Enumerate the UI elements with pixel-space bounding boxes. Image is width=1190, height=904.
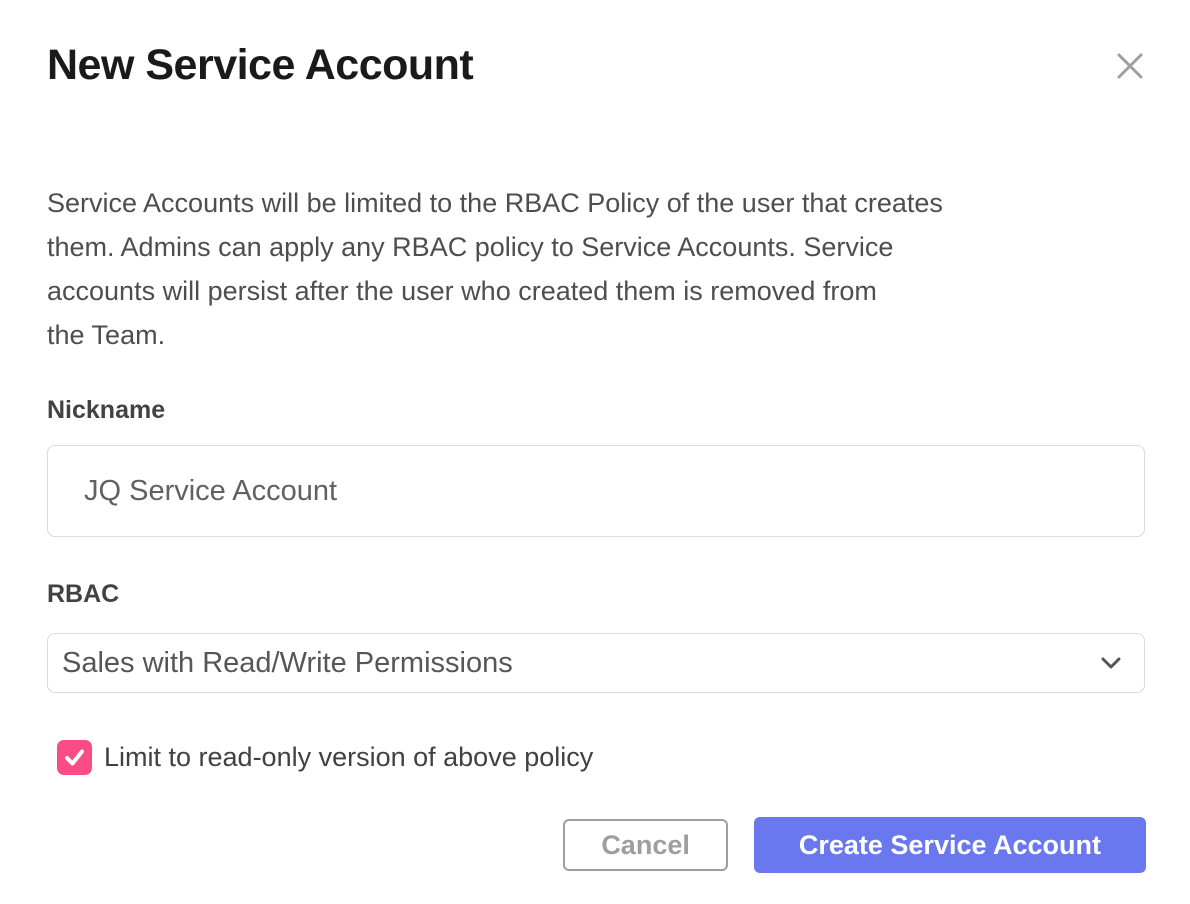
modal-footer: Cancel Create Service Account	[47, 817, 1146, 873]
rbac-selected-value: Sales with Read/Write Permissions	[62, 647, 1100, 680]
description-line: them. Admins can apply any RBAC policy t…	[47, 225, 1146, 269]
new-service-account-modal: New Service Account Service Accounts wil…	[0, 0, 1190, 904]
chevron-down-icon	[1100, 656, 1122, 670]
rbac-label: RBAC	[47, 579, 1146, 609]
nickname-label: Nickname	[47, 395, 1146, 425]
limit-readonly-checkbox-row[interactable]: Limit to read-only version of above poli…	[57, 740, 1146, 775]
cancel-button[interactable]: Cancel	[563, 819, 728, 871]
limit-readonly-checkbox-label: Limit to read-only version of above poli…	[104, 742, 593, 773]
limit-readonly-checkbox[interactable]	[57, 740, 92, 775]
checkmark-icon	[62, 745, 87, 770]
description-line: Service Accounts will be limited to the …	[47, 181, 1146, 225]
rbac-select[interactable]: Sales with Read/Write Permissions	[47, 633, 1145, 693]
modal-title: New Service Account	[47, 42, 1146, 88]
modal-description: Service Accounts will be limited to the …	[47, 181, 1146, 357]
close-button[interactable]	[1114, 50, 1146, 82]
description-line: the Team.	[47, 313, 1146, 357]
nickname-input[interactable]	[47, 445, 1145, 537]
create-service-account-button[interactable]: Create Service Account	[754, 817, 1146, 873]
close-icon	[1115, 51, 1145, 81]
description-line: accounts will persist after the user who…	[47, 269, 1146, 313]
